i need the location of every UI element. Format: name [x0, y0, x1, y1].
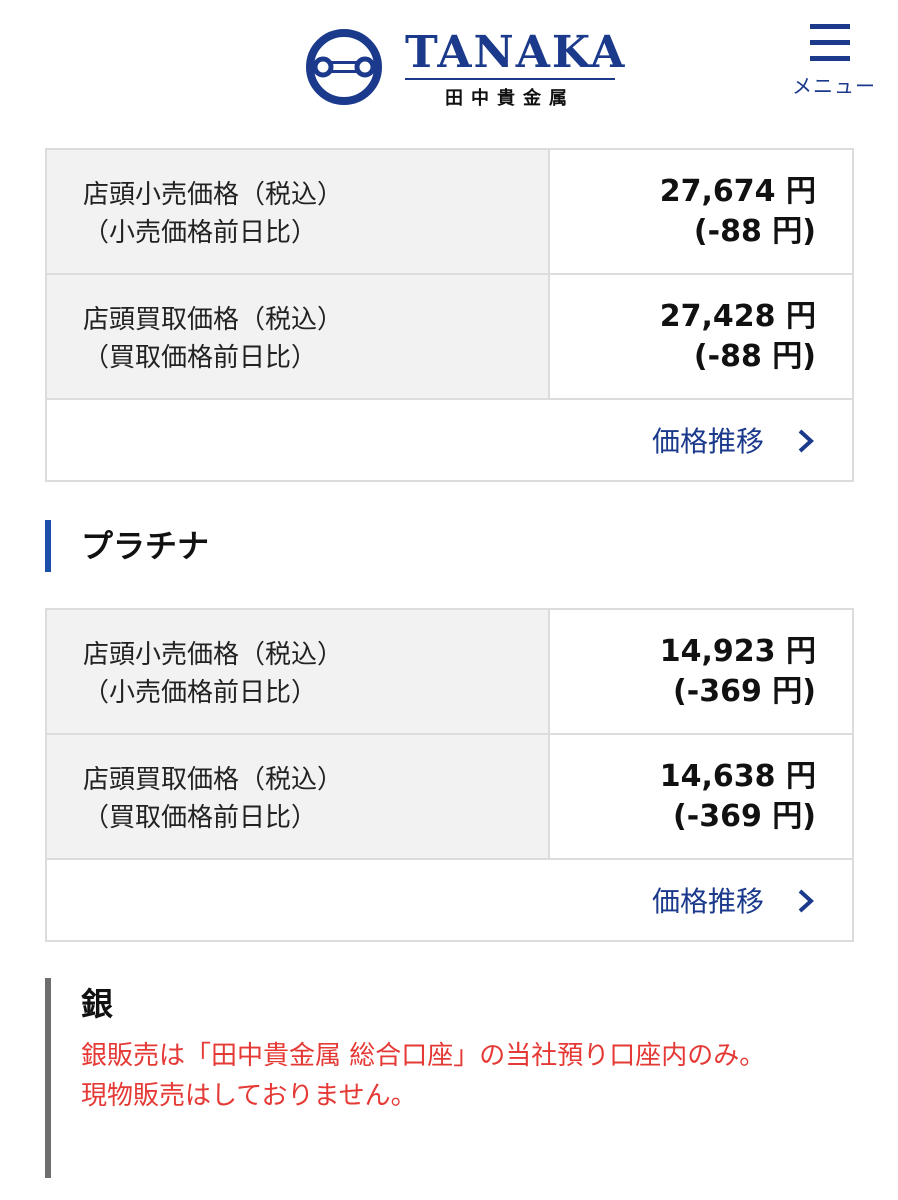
platinum-price-table: 店頭小売価格（税込） （小売価格前日比） 14,923 円 (-369 円) 店… — [45, 608, 854, 942]
logo-subtitle: 田中貴金属 — [445, 88, 575, 109]
buyback-price: 27,428 円 — [659, 299, 816, 334]
platinum-heading: プラチナ — [45, 520, 209, 572]
gold-buyback-value: 27,428 円 (-88 円) — [552, 275, 852, 398]
hamburger-icon — [810, 24, 850, 62]
gold-buyback-row: 店頭買取価格（税込） （買取価格前日比） 27,428 円 (-88 円) — [47, 275, 852, 400]
buyback-price: 14,638 円 — [659, 759, 816, 794]
gold-price-trend-link[interactable]: 価格推移 — [47, 400, 852, 480]
buyback-label-line2: （買取価格前日比） — [83, 803, 318, 833]
silver-notice: 銀販売は「田中貴金属 総合口座」の当社預り口座内のみ。 現物販売はしておりません… — [81, 1036, 821, 1116]
retail-change: (-369 円) — [673, 674, 816, 709]
tanaka-emblem-icon — [306, 29, 382, 105]
platinum-price-trend-link[interactable]: 価格推移 — [47, 860, 852, 940]
platinum-buyback-row: 店頭買取価格（税込） （買取価格前日比） 14,638 円 (-369 円) — [47, 735, 852, 860]
retail-change: (-88 円) — [693, 214, 816, 249]
platinum-retail-row: 店頭小売価格（税込） （小売価格前日比） 14,923 円 (-369 円) — [47, 610, 852, 735]
header: TANAKA 田中貴金属 メニュー — [0, 0, 898, 120]
logo-divider — [405, 78, 615, 80]
menu-label: メニュー — [792, 74, 876, 98]
chevron-right-icon — [798, 429, 814, 453]
gold-retail-row: 店頭小売価格（税込） （小売価格前日比） 27,674 円 (-88 円) — [47, 150, 852, 275]
retail-label-line1: 店頭小売価格（税込） — [83, 640, 344, 670]
silver-notice-line1: 銀販売は「田中貴金属 総合口座」の当社預り口座内のみ。 — [81, 1041, 766, 1071]
gold-price-table: 店頭小売価格（税込） （小売価格前日比） 27,674 円 (-88 円) 店頭… — [45, 148, 854, 482]
buyback-change: (-88 円) — [693, 339, 816, 374]
page: TANAKA 田中貴金属 メニュー 店頭小売価格（税込） （小売価格前日比） 2… — [0, 0, 898, 1200]
retail-label-line2: （小売価格前日比） — [83, 678, 318, 708]
logo-wordmark: TANAKA — [405, 27, 627, 78]
tanaka-logo[interactable]: TANAKA 田中貴金属 — [305, 27, 627, 109]
silver-notice-line2: 現物販売はしておりません。 — [81, 1081, 417, 1111]
platinum-retail-label: 店頭小売価格（税込） （小売価格前日比） — [47, 610, 550, 733]
retail-label-line1: 店頭小売価格（税込） — [83, 180, 344, 210]
chevron-right-icon — [798, 889, 814, 913]
gold-retail-value: 27,674 円 (-88 円) — [552, 150, 852, 273]
platinum-buyback-label: 店頭買取価格（税込） （買取価格前日比） — [47, 735, 550, 858]
buyback-change: (-369 円) — [673, 799, 816, 834]
buyback-label-line1: 店頭買取価格（税込） — [83, 765, 344, 795]
silver-heading: 銀 — [81, 985, 114, 1023]
buyback-label-line1: 店頭買取価格（税込） — [83, 305, 344, 335]
buyback-label-line2: （買取価格前日比） — [83, 343, 318, 373]
gold-retail-label: 店頭小売価格（税込） （小売価格前日比） — [47, 150, 550, 273]
retail-price: 14,923 円 — [659, 634, 816, 669]
gold-buyback-label: 店頭買取価格（税込） （買取価格前日比） — [47, 275, 550, 398]
platinum-buyback-value: 14,638 円 (-369 円) — [552, 735, 852, 858]
platinum-retail-value: 14,923 円 (-369 円) — [552, 610, 852, 733]
menu-button[interactable]: メニュー — [786, 24, 882, 104]
silver-section: 銀 銀販売は「田中貴金属 総合口座」の当社預り口座内のみ。 現物販売はしておりま… — [45, 978, 854, 1178]
price-trend-label: 価格推移 — [651, 425, 764, 458]
retail-label-line2: （小売価格前日比） — [83, 218, 318, 248]
price-trend-label: 価格推移 — [651, 885, 764, 918]
retail-price: 27,674 円 — [659, 174, 816, 209]
